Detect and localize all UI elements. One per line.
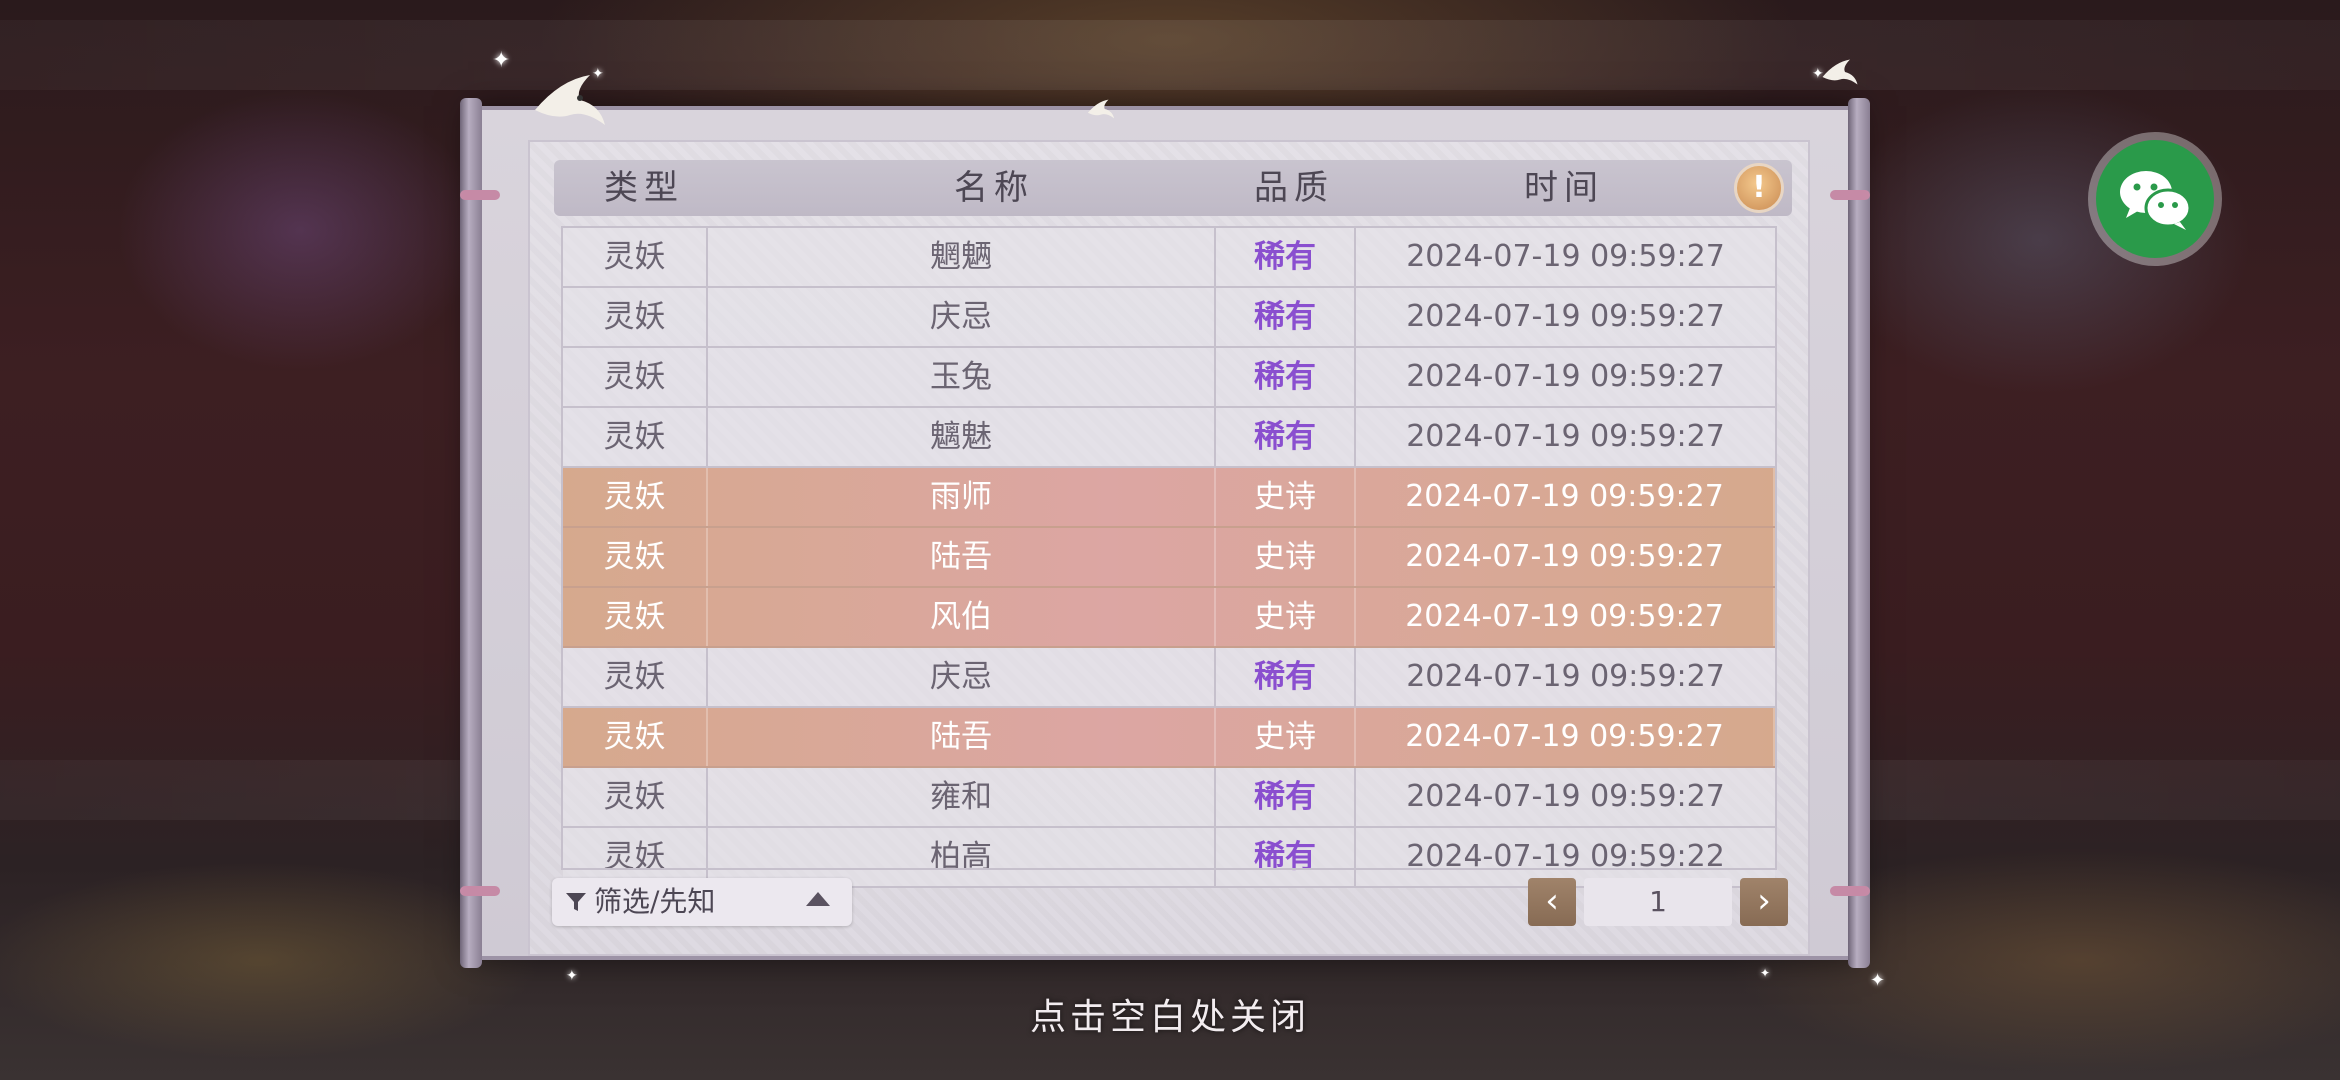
cell-time: 2024-07-19 09:59:27 xyxy=(1356,468,1775,526)
table-row: 灵妖 庆忌 稀有 2024-07-19 09:59:27 xyxy=(563,288,1775,348)
chevron-left-icon: ‹ xyxy=(1545,881,1559,921)
table-row: 灵妖 风伯 史诗 2024-07-19 09:59:27 xyxy=(563,588,1775,648)
header-time: 时间 xyxy=(1524,168,1604,208)
cell-quality: 稀有 xyxy=(1216,288,1356,346)
cell-type: 灵妖 xyxy=(563,768,708,826)
cell-quality: 史诗 xyxy=(1216,588,1356,646)
cell-name: 庆忌 xyxy=(708,288,1216,346)
next-page-button[interactable]: › xyxy=(1740,878,1788,926)
table-header: 类型 名称 品质 时间 xyxy=(554,160,1792,216)
table-row: 灵妖 魑魅 稀有 2024-07-19 09:59:27 xyxy=(563,408,1775,468)
cell-name: 风伯 xyxy=(708,588,1216,646)
sparkle-icon: ✦ xyxy=(492,48,511,73)
filter-icon xyxy=(566,893,586,911)
table-row: 灵妖 陆吾 史诗 2024-07-19 09:59:27 xyxy=(563,708,1775,768)
page-number: 1 xyxy=(1584,878,1732,926)
cell-time: 2024-07-19 09:59:27 xyxy=(1406,779,1725,814)
cell-name: 玉兔 xyxy=(708,348,1216,406)
cell-type: 灵妖 xyxy=(563,288,708,346)
cell-time: 2024-07-19 09:59:27 xyxy=(1356,588,1775,646)
wechat-share-button[interactable] xyxy=(2088,132,2222,266)
cell-type: 灵妖 xyxy=(563,228,708,286)
sparkle-icon: ✦ xyxy=(1870,970,1886,991)
table-row: 灵妖 雍和 稀有 2024-07-19 09:59:27 xyxy=(563,768,1775,828)
sparkle-icon: ✦ xyxy=(592,66,604,82)
cell-quality: 稀有 xyxy=(1216,828,1356,886)
table-row: 灵妖 庆忌 稀有 2024-07-19 09:59:27 xyxy=(563,648,1775,708)
cell-time: 2024-07-19 09:59:27 xyxy=(1406,659,1725,694)
cell-type: 灵妖 xyxy=(563,408,708,466)
cell-name: 雍和 xyxy=(708,768,1216,826)
cell-quality: 史诗 xyxy=(1216,468,1356,526)
swallow-icon xyxy=(1087,99,1115,119)
cell-type: 灵妖 xyxy=(563,588,708,646)
table-row: 灵妖 陆吾 史诗 2024-07-19 09:59:27 xyxy=(563,528,1775,588)
cell-type: 灵妖 xyxy=(563,708,708,766)
exclamation-icon: ! xyxy=(1752,170,1766,205)
sparkle-icon: ✦ xyxy=(1760,966,1771,980)
caret-up-icon xyxy=(806,892,830,906)
header-quality: 品质 xyxy=(1254,168,1334,208)
cell-quality: 稀有 xyxy=(1216,648,1356,706)
rod-knob xyxy=(460,190,500,200)
cell-type: 灵妖 xyxy=(563,528,708,586)
wechat-icon xyxy=(2120,171,2192,230)
swallow-icon xyxy=(1822,59,1858,85)
prev-page-button[interactable]: ‹ xyxy=(1528,878,1576,926)
cell-quality: 史诗 xyxy=(1216,708,1356,766)
table-row: 灵妖 魍魉 稀有 2024-07-19 09:59:27 xyxy=(563,228,1775,288)
header-name: 名称 xyxy=(954,168,1034,208)
cell-type: 灵妖 xyxy=(563,468,708,526)
rod-knob xyxy=(1830,190,1870,200)
cell-time: 2024-07-19 09:59:27 xyxy=(1406,239,1725,274)
scroll-rod-left xyxy=(460,98,482,968)
cell-time: 2024-07-19 09:59:27 xyxy=(1406,419,1725,454)
cell-name: 雨师 xyxy=(708,468,1216,526)
rod-knob xyxy=(1830,886,1870,896)
cell-quality: 史诗 xyxy=(1216,528,1356,586)
table-row: 灵妖 雨师 史诗 2024-07-19 09:59:27 xyxy=(563,468,1775,528)
filter-label: 筛选/先知 xyxy=(594,885,716,918)
header-type: 类型 xyxy=(604,168,684,208)
close-hint-text[interactable]: 点击空白处关闭 xyxy=(0,988,2340,1040)
sparkle-icon: ✦ xyxy=(1812,66,1824,82)
cell-type: 灵妖 xyxy=(563,648,708,706)
record-table: 灵妖 魍魉 稀有 2024-07-19 09:59:27 灵妖 庆忌 稀有 2024-07-1… xyxy=(563,228,1775,888)
info-button[interactable]: ! xyxy=(1734,163,1784,213)
sparkle-icon: ✦ xyxy=(566,968,578,984)
background-top-bar xyxy=(0,20,2340,90)
cell-quality: 稀有 xyxy=(1216,228,1356,286)
cell-name: 魍魉 xyxy=(708,228,1216,286)
cell-name: 陆吾 xyxy=(708,708,1216,766)
cell-time: 2024-07-19 09:59:27 xyxy=(1356,528,1775,586)
cell-quality: 稀有 xyxy=(1216,768,1356,826)
chevron-right-icon: › xyxy=(1757,881,1771,921)
cell-name: 魑魅 xyxy=(708,408,1216,466)
cell-time: 2024-07-19 09:59:27 xyxy=(1356,708,1775,766)
cell-name: 庆忌 xyxy=(708,648,1216,706)
cell-quality: 稀有 xyxy=(1216,408,1356,466)
wechat-button-face xyxy=(2096,140,2214,258)
cell-time: 2024-07-19 09:59:27 xyxy=(1406,299,1725,334)
cell-time: 2024-07-19 09:59:27 xyxy=(1406,359,1725,394)
rod-knob xyxy=(460,886,500,896)
cell-name: 陆吾 xyxy=(708,528,1216,586)
filter-dropdown[interactable]: 筛选/先知 xyxy=(552,878,852,926)
scroll-rod-right xyxy=(1848,98,1870,968)
table-row: 灵妖 玉兔 稀有 2024-07-19 09:59:27 xyxy=(563,348,1775,408)
cell-quality: 稀有 xyxy=(1216,348,1356,406)
cell-type: 灵妖 xyxy=(563,348,708,406)
